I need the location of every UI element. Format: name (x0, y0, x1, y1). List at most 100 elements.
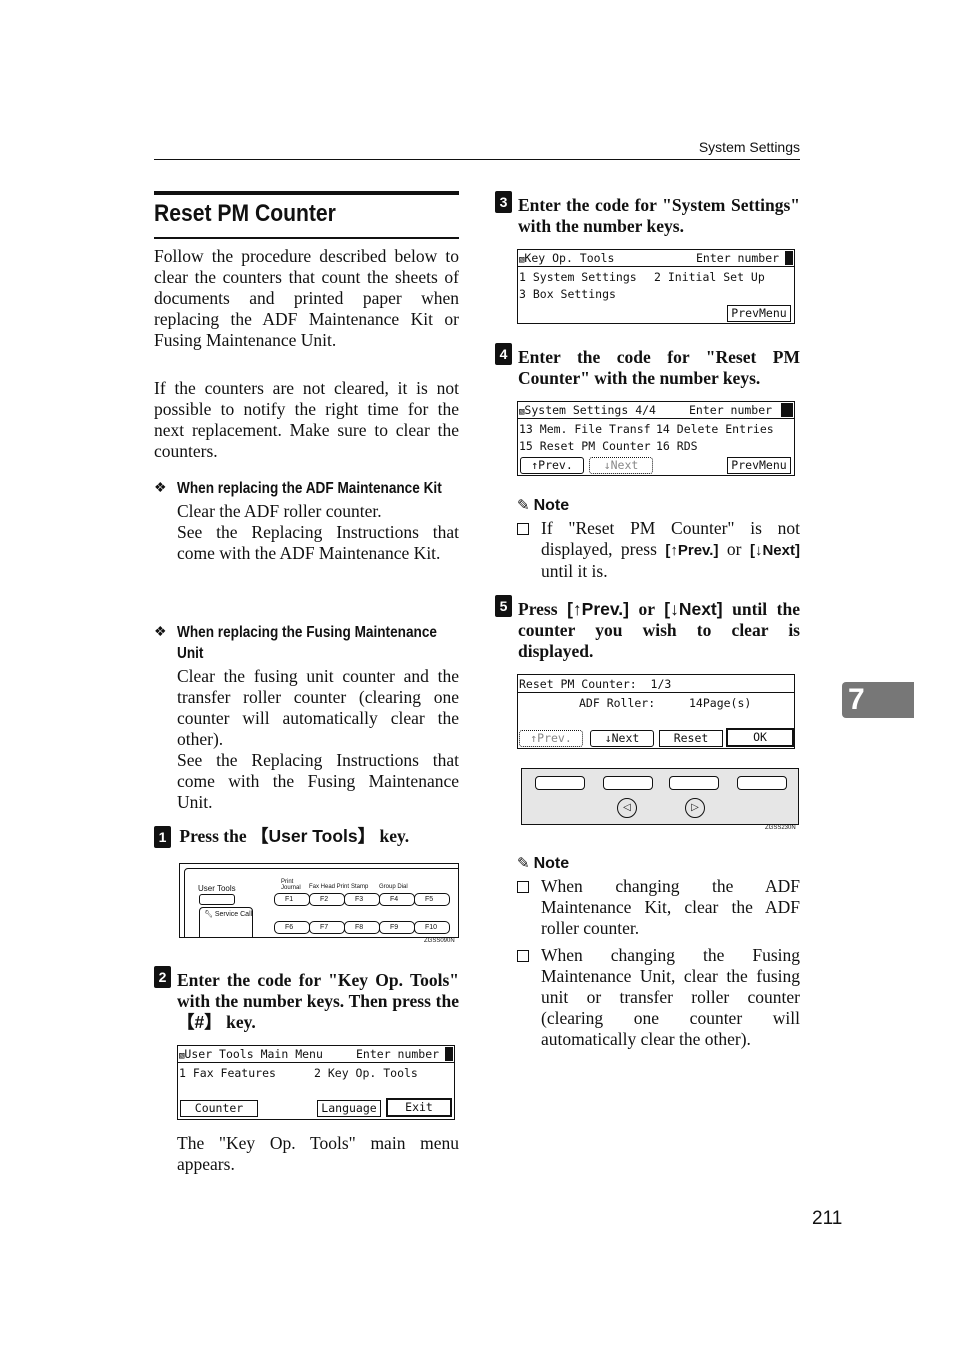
bullet-text: See the Replacing Instructions that come… (177, 750, 459, 812)
reset-button[interactable]: Reset (659, 730, 723, 747)
menu-item[interactable]: 1 System Settings (519, 269, 637, 285)
step-number: 5 (495, 595, 512, 617)
pencil-icon: ✎ (517, 498, 530, 514)
menu-item[interactable]: 3 Box Settings (519, 286, 616, 302)
step-text: key. (375, 826, 410, 846)
header-rule (154, 159, 800, 160)
bullet-fusing: ❖ When replacing the Fusing Maintenance … (154, 622, 459, 813)
menu-item[interactable]: 15 Reset PM Counter (519, 438, 651, 454)
lcd-prompt: Enter number (689, 403, 773, 417)
f8-key[interactable]: F8 (344, 921, 380, 934)
f2-key[interactable]: F2 (309, 893, 345, 906)
next-button[interactable]: ↓Next (590, 730, 654, 747)
f7-key[interactable]: F7 (309, 921, 345, 934)
diamond-bullet-icon: ❖ (154, 625, 167, 640)
ok-button[interactable]: OK (726, 728, 794, 747)
menu-item[interactable]: 16 RDS (656, 438, 698, 454)
page-title: Reset PM Counter (154, 200, 336, 227)
counter-label: ADF Roller: (579, 696, 656, 710)
step-text: Enter the code for "System Settings" wit… (518, 195, 800, 236)
left-arrow-icon[interactable]: ◁ (617, 798, 637, 818)
menu-item[interactable]: 14 Delete Entries (656, 421, 774, 437)
step-text: Enter the code for "Reset PM Counter" wi… (518, 347, 800, 388)
cursor (445, 1047, 453, 1061)
selection-key[interactable] (737, 776, 787, 790)
f6-key[interactable]: F6 (274, 921, 310, 934)
lcd-title: User Tools Main Menu (184, 1047, 323, 1061)
prev-menu-button[interactable]: PrevMenu (727, 457, 791, 474)
title-rule-top (154, 191, 459, 195)
running-header: System Settings (698, 139, 800, 155)
counter-value: 14Page(s) (689, 696, 752, 710)
lcd-title: Reset PM Counter: 1/3 (519, 677, 672, 691)
step-2: 2 Enter the code for "Key Op. Tools" wit… (154, 966, 459, 1033)
intro-paragraph: If the counters are not cleared, it is n… (154, 378, 459, 461)
selection-key[interactable] (535, 776, 585, 790)
step-number: 3 (495, 191, 512, 213)
f3-key[interactable]: F3 (344, 893, 380, 906)
prev-menu-button[interactable]: PrevMenu (727, 305, 791, 322)
pencil-icon: ✎ (517, 856, 530, 872)
step-5: 5 Press [↑Prev.] or [↓Next] until the co… (495, 595, 800, 662)
language-button[interactable]: Language (317, 1100, 381, 1117)
f-label: Stamp (351, 884, 369, 890)
menu-item[interactable]: 13 Mem. File Transf (519, 421, 651, 437)
page: System Settings 7 Reset PM Counter Follo… (0, 0, 954, 1351)
bullet-text: Clear the ADF roller counter. (177, 501, 382, 521)
menu-item[interactable]: 2 Initial Set Up (654, 269, 765, 285)
step-number: 2 (154, 966, 171, 988)
cursor (785, 251, 793, 265)
step-text: Enter the code for "Key Op. Tools" with … (177, 970, 459, 1011)
counter-button[interactable]: Counter (180, 1100, 258, 1117)
lcd-key-op-tools: ▧User Tools Main Menu Enter number 1 Fax… (177, 1045, 455, 1120)
checkbox-icon (517, 523, 529, 535)
page-number: 211 (812, 1208, 843, 1229)
lcd-system-settings: ▧Key Op. Tools Enter number 1 System Set… (517, 249, 795, 324)
lcd-prompt: Enter number (356, 1047, 440, 1061)
f5-key[interactable]: F5 (414, 893, 450, 906)
user-tools-label: User Tools (198, 884, 236, 893)
step-text: Press the (179, 826, 251, 846)
user-tools-key[interactable] (199, 894, 235, 905)
lcd-reset-pm-menu: ▧System Settings 4/4 Enter number 13 Mem… (517, 401, 795, 476)
title-rule-bottom (154, 237, 459, 239)
menu-item[interactable]: 2 Key Op. Tools (314, 1065, 418, 1081)
checkbox-icon (517, 950, 529, 962)
bullet-text: See the Replacing Instructions that come… (177, 522, 459, 563)
figure-code: ZGSS090N (424, 938, 455, 944)
checkbox-icon (517, 881, 529, 893)
lcd-prompt: Enter number (696, 251, 780, 265)
control-panel-illustration: User Tools 🔧︎ Service Call Print Journal… (179, 863, 459, 938)
chapter-tab: 7 (842, 682, 914, 718)
diamond-bullet-icon: ❖ (154, 481, 167, 496)
lcd-title: Key Op. Tools (524, 251, 615, 265)
f9-key[interactable]: F9 (379, 921, 415, 934)
bullet-heading: When replacing the Fusing Maintenance Un… (177, 624, 437, 662)
selection-key[interactable] (669, 776, 719, 790)
selection-key[interactable] (603, 776, 653, 790)
note-item: When changing the Fusing Maintenance Uni… (517, 945, 800, 1050)
f4-key[interactable]: F4 (379, 893, 415, 906)
note-heading: Note (533, 855, 570, 872)
user-tools-key: 【User Tools】 (250, 826, 376, 846)
prev-button[interactable]: ↑Prev. (519, 730, 583, 747)
right-arrow-icon[interactable]: ▷ (685, 798, 705, 818)
next-button[interactable]: ↓Next (589, 457, 653, 474)
lcd-reset-pm-counter: Reset PM Counter: 1/3 ADF Roller: 14Page… (517, 674, 795, 749)
step-text: key. (221, 1012, 256, 1032)
step-1: 1 Press the 【User Tools】 key. (154, 826, 459, 848)
menu-item[interactable]: 1 Fax Features (179, 1065, 276, 1081)
note-item: If "Reset PM Counter" is not displayed, … (517, 518, 800, 582)
note-heading: Note (533, 497, 570, 514)
figure-code: ZGSS230N (765, 825, 796, 831)
hash-key: 【#】 (177, 1012, 222, 1032)
exit-button[interactable]: Exit (386, 1098, 452, 1117)
cursor (781, 403, 793, 417)
f10-key[interactable]: F10 (414, 921, 450, 934)
selection-keys-illustration: ◁ ▷ (521, 768, 799, 825)
step-4: 4 Enter the code for "Reset PM Counter" … (495, 343, 800, 389)
step-number: 4 (495, 343, 512, 365)
prev-button[interactable]: ↑Prev. (520, 457, 584, 474)
step-3: 3 Enter the code for "System Settings" w… (495, 191, 800, 237)
f1-key[interactable]: F1 (274, 893, 310, 906)
